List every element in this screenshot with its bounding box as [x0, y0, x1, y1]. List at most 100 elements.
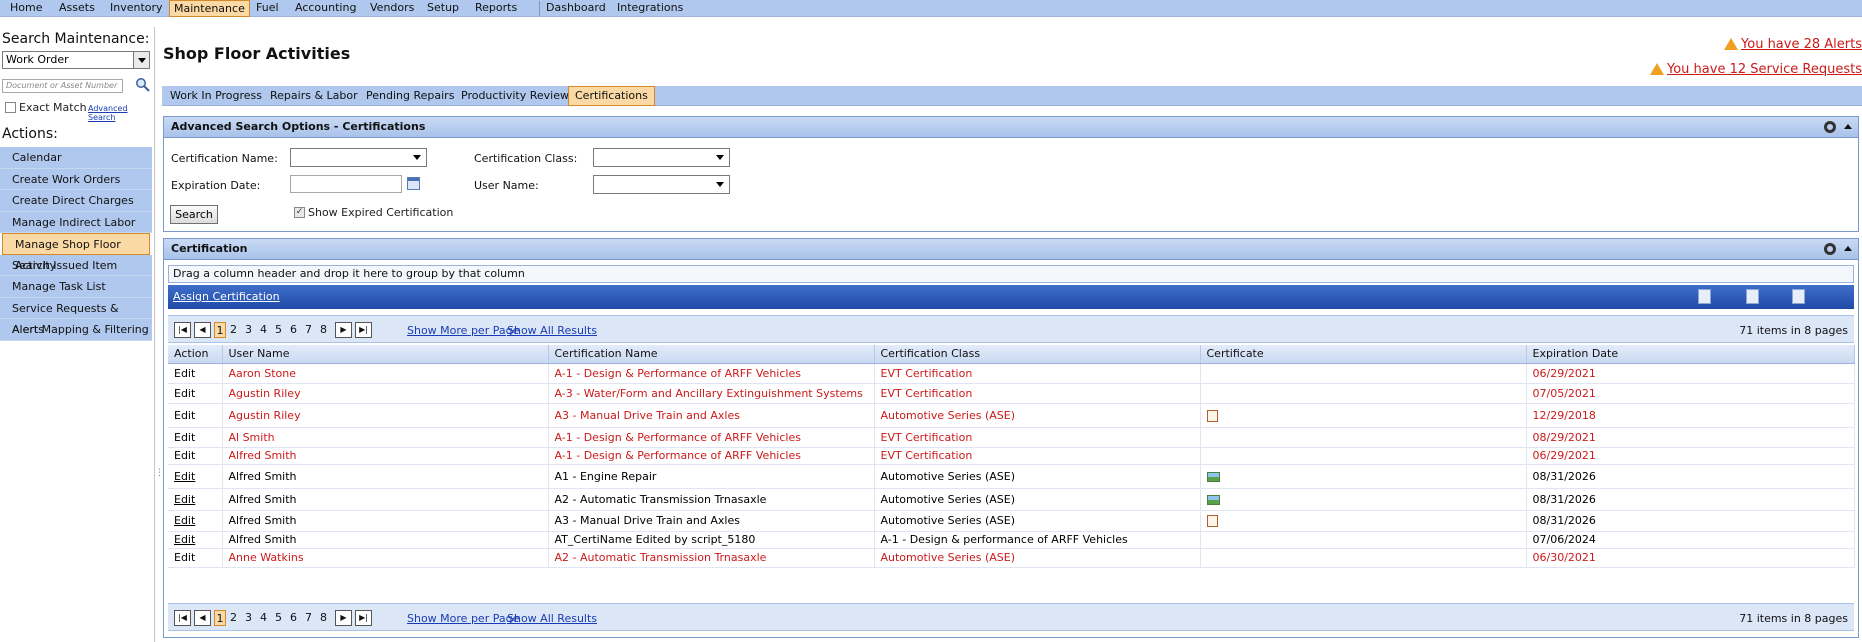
- certificate-cell[interactable]: [1200, 510, 1527, 532]
- action-search-issued-item[interactable]: Search Issued Item: [0, 254, 152, 276]
- action-calendar[interactable]: Calendar: [0, 147, 152, 169]
- page-1[interactable]: 1: [214, 610, 226, 626]
- page-7[interactable]: 7: [305, 322, 312, 338]
- search-icon[interactable]: [135, 77, 150, 92]
- menu-accounting[interactable]: Accounting: [291, 1, 360, 16]
- first-page-icon[interactable]: |◀: [174, 322, 191, 338]
- action-create-work-orders[interactable]: Create Work Orders: [0, 168, 152, 190]
- table-row[interactable]: Edit Anne Watkins A2 - Automatic Transmiss…: [168, 548, 1855, 568]
- page-6[interactable]: 6: [290, 610, 297, 626]
- tab-repairs-labor[interactable]: Repairs & Labor: [264, 87, 364, 105]
- menu-dashboard[interactable]: Dashboard: [542, 1, 610, 16]
- column-header-certificate[interactable]: Certificate: [1200, 345, 1527, 364]
- document-asset-number-input[interactable]: Document or Asset Number: [2, 79, 123, 93]
- edit-link[interactable]: Edit: [168, 447, 223, 465]
- certificate-cell[interactable]: [1200, 403, 1527, 428]
- last-page-icon[interactable]: ▶|: [355, 610, 372, 626]
- edit-link[interactable]: Edit: [168, 510, 223, 532]
- cert-name-dropdown[interactable]: [290, 148, 427, 167]
- menu-reports[interactable]: Reports: [471, 1, 521, 16]
- tab-certifications[interactable]: Certifications: [568, 86, 655, 106]
- certificate-cell[interactable]: [1200, 488, 1527, 511]
- table-row[interactable]: Edit Agustin Riley A3 - Manual Drive Train…: [168, 403, 1855, 428]
- table-row[interactable]: Edit Aaron Stone A-1 - Design & Performanc…: [168, 363, 1855, 384]
- gear-icon[interactable]: [1824, 121, 1836, 133]
- gear-icon[interactable]: [1824, 243, 1836, 255]
- edit-link[interactable]: Edit: [168, 363, 223, 384]
- action-service-requests-alerts[interactable]: Service Requests & Alerts: [0, 297, 152, 336]
- certificate-cell[interactable]: [1200, 447, 1527, 465]
- sidebar-splitter[interactable]: [154, 27, 155, 642]
- menu-assets[interactable]: Assets: [55, 1, 99, 16]
- edit-link[interactable]: Edit: [168, 403, 223, 428]
- chevron-down-icon[interactable]: [133, 52, 149, 68]
- menu-fuel[interactable]: Fuel: [252, 1, 283, 16]
- menu-maintenance[interactable]: Maintenance: [169, 0, 250, 17]
- column-header-action[interactable]: Action: [168, 345, 223, 364]
- page-8[interactable]: 8: [320, 322, 327, 338]
- edit-link[interactable]: Edit: [168, 488, 223, 511]
- tab-pending-repairs[interactable]: Pending Repairs: [360, 87, 460, 105]
- table-row[interactable]: Edit Alfred Smith A-1 - Design & Performan…: [168, 447, 1855, 465]
- prev-page-icon[interactable]: ◀: [194, 322, 211, 338]
- action-manage-shop-floor-activity[interactable]: Manage Shop Floor Activity: [2, 233, 150, 272]
- page-3[interactable]: 3: [245, 322, 252, 338]
- service-requests-link[interactable]: You have 12 Service Requests: [1650, 62, 1862, 77]
- edit-link[interactable]: Edit: [168, 531, 223, 549]
- column-header-user-name[interactable]: User Name: [222, 345, 549, 364]
- page-8[interactable]: 8: [320, 610, 327, 626]
- menu-setup[interactable]: Setup: [423, 1, 463, 16]
- table-row[interactable]: Edit Al Smith A-1 - Design & Performance o…: [168, 427, 1855, 448]
- advanced-search-link[interactable]: Advanced Search: [88, 104, 152, 122]
- prev-page-icon[interactable]: ◀: [194, 610, 211, 626]
- action-manage-task-list[interactable]: Manage Task List: [0, 276, 152, 298]
- column-header-certification-name[interactable]: Certification Name: [548, 345, 875, 364]
- expiration-date-input[interactable]: [290, 175, 402, 193]
- table-row[interactable]: Edit Alfred Smith AT_CertiName Edited by s…: [168, 531, 1855, 549]
- collapse-icon[interactable]: [1844, 124, 1852, 129]
- show-all-results-link[interactable]: Show All Results: [507, 324, 597, 337]
- certificate-cell[interactable]: [1200, 531, 1527, 549]
- calendar-icon[interactable]: [407, 177, 420, 190]
- document-icon[interactable]: [1206, 515, 1218, 527]
- service-requests-text[interactable]: You have 12 Service Requests: [1667, 62, 1862, 77]
- assign-certification-link[interactable]: Assign Certification: [173, 290, 280, 303]
- image-icon[interactable]: [1206, 494, 1220, 505]
- action-create-direct-charges[interactable]: Create Direct Charges: [0, 190, 152, 212]
- edit-link[interactable]: Edit: [168, 383, 223, 404]
- export-csv-icon[interactable]: [1792, 289, 1805, 304]
- page-1[interactable]: 1: [214, 322, 226, 338]
- page-5[interactable]: 5: [275, 610, 282, 626]
- group-by-drop-zone[interactable]: Drag a column header and drop it here to…: [168, 265, 1854, 283]
- search-button[interactable]: Search: [170, 205, 218, 224]
- certificate-cell[interactable]: [1200, 427, 1527, 448]
- edit-link[interactable]: Edit: [168, 427, 223, 448]
- show-more-per-page-link[interactable]: Show More per Page: [407, 612, 519, 625]
- page-2[interactable]: 2: [230, 610, 237, 626]
- show-all-results-link[interactable]: Show All Results: [507, 612, 597, 625]
- certificate-cell[interactable]: [1200, 383, 1527, 404]
- export-word-icon[interactable]: [1746, 289, 1759, 304]
- user-name-dropdown[interactable]: [593, 175, 730, 194]
- next-page-icon[interactable]: ▶: [335, 610, 352, 626]
- table-row[interactable]: Edit Alfred Smith A2 - Automatic Transmiss…: [168, 488, 1855, 511]
- certificate-cell[interactable]: [1200, 548, 1527, 568]
- alerts-link[interactable]: You have 28 Alerts: [1724, 37, 1862, 52]
- action-alert-mapping-filtering[interactable]: Alert Mapping & Filtering: [0, 319, 152, 341]
- page-4[interactable]: 4: [260, 322, 267, 338]
- table-row[interactable]: Edit Alfred Smith A3 - Manual Drive Train …: [168, 510, 1855, 532]
- exact-match-checkbox[interactable]: [5, 102, 16, 113]
- edit-link[interactable]: Edit: [168, 548, 223, 568]
- first-page-icon[interactable]: |◀: [174, 610, 191, 626]
- edit-link[interactable]: Edit: [168, 464, 223, 489]
- certificate-cell[interactable]: [1200, 363, 1527, 384]
- table-row[interactable]: Edit Agustin Riley A-3 - Water/Form and An…: [168, 383, 1855, 404]
- search-type-select[interactable]: Work Order: [2, 51, 150, 69]
- menu-inventory[interactable]: Inventory: [106, 1, 167, 16]
- document-icon[interactable]: [1206, 409, 1218, 422]
- column-header-expiration-date[interactable]: Expiration Date: [1526, 345, 1855, 364]
- page-7[interactable]: 7: [305, 610, 312, 626]
- menu-vendors[interactable]: Vendors: [366, 1, 418, 16]
- page-5[interactable]: 5: [275, 322, 282, 338]
- alerts-text[interactable]: You have 28 Alerts: [1741, 37, 1862, 52]
